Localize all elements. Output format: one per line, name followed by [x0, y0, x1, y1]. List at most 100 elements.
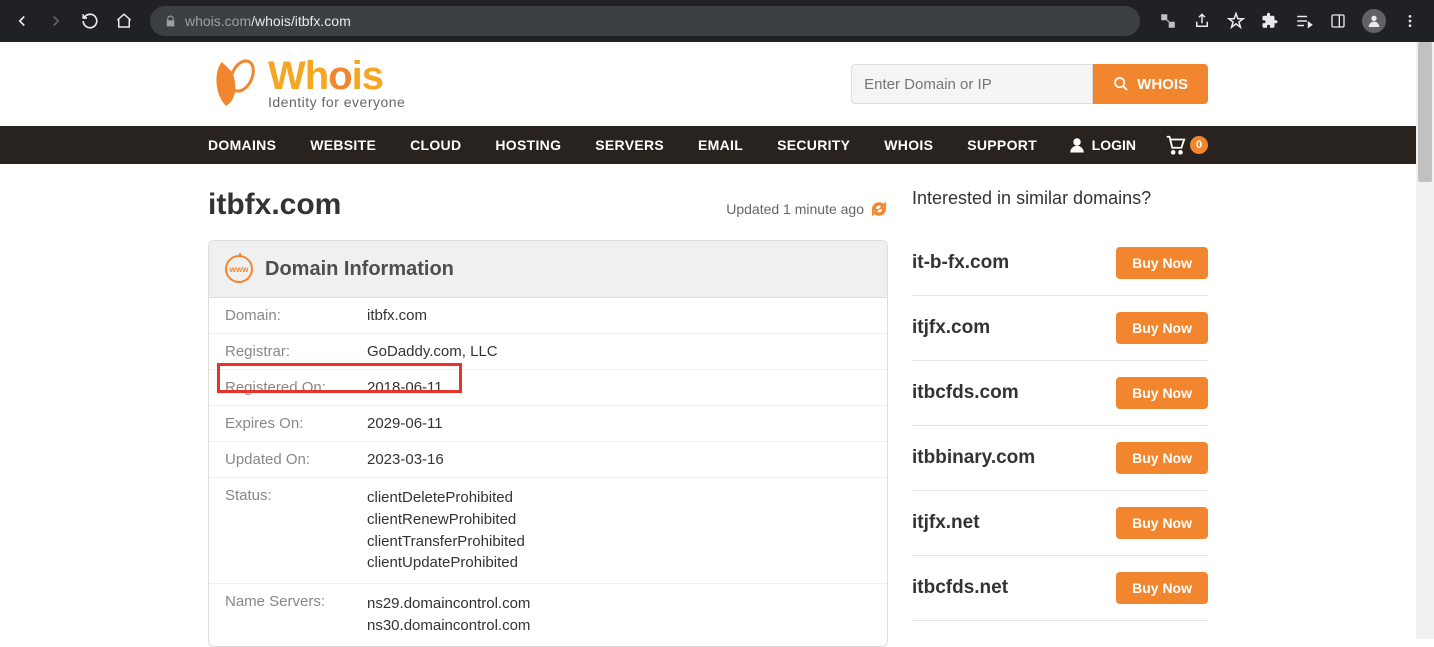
page: Whois Identity for everyone WHOIS DOMAIN…: [0, 42, 1416, 647]
similar-item: itjfx.com Buy Now: [912, 296, 1208, 361]
logo-text-segment: Wh: [268, 54, 328, 98]
page-title: itbfx.com: [208, 188, 341, 222]
www-icon: www: [225, 255, 253, 283]
status-item: clientDeleteProhibited: [367, 487, 525, 509]
info-value: GoDaddy.com, LLC: [367, 343, 498, 360]
whois-search: WHOIS: [851, 64, 1208, 104]
panel-icon[interactable]: [1328, 11, 1348, 31]
profile-avatar[interactable]: [1362, 9, 1386, 33]
similar-title: Interested in similar domains?: [912, 188, 1208, 209]
nav-item-website[interactable]: WEBSITE: [310, 137, 376, 153]
buy-now-button[interactable]: Buy Now: [1116, 572, 1208, 604]
nav-item-email[interactable]: EMAIL: [698, 137, 743, 153]
cart-link[interactable]: 0: [1164, 134, 1208, 156]
lock-icon: [164, 15, 177, 28]
browser-toolbar: whois.com/whois/itbfx.com: [0, 0, 1434, 42]
cart-icon: [1164, 134, 1186, 156]
cart-count: 0: [1190, 136, 1208, 154]
buy-now-button[interactable]: Buy Now: [1116, 377, 1208, 409]
nav-item-servers[interactable]: SERVERS: [595, 137, 664, 153]
translate-icon[interactable]: [1158, 11, 1178, 31]
domain-info-card: www Domain Information Domain: itbfx.com…: [208, 240, 888, 647]
info-value: clientDeleteProhibited clientRenewProhib…: [367, 487, 525, 574]
bookmark-icon[interactable]: [1226, 11, 1246, 31]
whois-button[interactable]: WHOIS: [1093, 64, 1208, 104]
updated-text: Updated 1 minute ago: [726, 201, 864, 217]
similar-item: itbcfds.com Buy Now: [912, 361, 1208, 426]
nav-item-whois[interactable]: WHOIS: [884, 137, 933, 153]
info-label: Status:: [225, 487, 367, 574]
nav-item-cloud[interactable]: CLOUD: [410, 137, 461, 153]
logo-text-segment: is: [352, 54, 383, 98]
info-label: Domain:: [225, 307, 367, 324]
buy-now-button[interactable]: Buy Now: [1116, 247, 1208, 279]
chrome-actions: [1152, 9, 1426, 33]
main-nav: DOMAINS WEBSITE CLOUD HOSTING SERVERS EM…: [0, 126, 1416, 164]
similar-item: itbcfds.net Buy Now: [912, 556, 1208, 621]
ns-item: ns30.domaincontrol.com: [367, 615, 530, 637]
similar-item: itjfx.net Buy Now: [912, 491, 1208, 556]
search-input[interactable]: [851, 64, 1093, 104]
playlist-icon[interactable]: [1294, 11, 1314, 31]
similar-name: itbcfds.net: [912, 577, 1008, 599]
main-content: itbfx.com Updated 1 minute ago www Domai…: [208, 164, 1208, 647]
info-row-expires-on: Expires On: 2029-06-11: [209, 406, 887, 442]
url-host: whois.com/whois/itbfx.com: [185, 13, 351, 29]
info-value: 2023-03-16: [367, 451, 444, 468]
login-label: LOGIN: [1092, 137, 1136, 153]
info-label: Registrar:: [225, 343, 367, 360]
info-row-name-servers: Name Servers: ns29.domaincontrol.com ns3…: [209, 584, 887, 646]
logo-text: Whois Identity for everyone: [268, 58, 405, 110]
status-item: clientUpdateProhibited: [367, 552, 525, 574]
logo-tagline: Identity for everyone: [268, 94, 405, 110]
refresh-icon[interactable]: [870, 200, 888, 218]
info-value: ns29.domaincontrol.com ns30.domaincontro…: [367, 593, 530, 637]
logo-icon: [208, 56, 264, 112]
similar-item: itbbinary.com Buy Now: [912, 426, 1208, 491]
info-label: Name Servers:: [225, 593, 367, 637]
share-icon[interactable]: [1192, 11, 1212, 31]
extensions-icon[interactable]: [1260, 11, 1280, 31]
scrollbar-thumb[interactable]: [1418, 42, 1432, 182]
buy-now-button[interactable]: Buy Now: [1116, 507, 1208, 539]
nav-item-hosting[interactable]: HOSTING: [495, 137, 561, 153]
nav-items: DOMAINS WEBSITE CLOUD HOSTING SERVERS EM…: [208, 137, 1037, 153]
user-icon: [1068, 136, 1086, 154]
ns-item: ns29.domaincontrol.com: [367, 593, 530, 615]
similar-name: itjfx.com: [912, 317, 990, 339]
status-item: clientRenewProhibited: [367, 509, 525, 531]
similar-name: itbbinary.com: [912, 447, 1035, 469]
similar-name: itjfx.net: [912, 512, 980, 534]
updated-status: Updated 1 minute ago: [726, 200, 888, 218]
card-title: Domain Information: [265, 258, 454, 281]
nav-item-domains[interactable]: DOMAINS: [208, 137, 276, 153]
buy-now-button[interactable]: Buy Now: [1116, 442, 1208, 474]
nav-item-support[interactable]: SUPPORT: [967, 137, 1037, 153]
login-link[interactable]: LOGIN: [1068, 136, 1136, 154]
info-label: Expires On:: [225, 415, 367, 432]
buy-now-button[interactable]: Buy Now: [1116, 312, 1208, 344]
site-header: Whois Identity for everyone WHOIS: [208, 42, 1208, 126]
info-row-domain: Domain: itbfx.com: [209, 298, 887, 334]
similar-item: it-b-fx.com Buy Now: [912, 231, 1208, 296]
similar-name: itbcfds.com: [912, 382, 1019, 404]
whois-button-label: WHOIS: [1137, 76, 1188, 93]
status-item: clientTransferProhibited: [367, 531, 525, 553]
menu-icon[interactable]: [1400, 11, 1420, 31]
reload-button[interactable]: [76, 7, 104, 35]
info-row-updated-on: Updated On: 2023-03-16: [209, 442, 887, 478]
info-value: itbfx.com: [367, 307, 427, 324]
home-button[interactable]: [110, 7, 138, 35]
search-icon: [1113, 76, 1129, 92]
info-row-status: Status: clientDeleteProhibited clientRen…: [209, 478, 887, 584]
logo-text-segment: o: [328, 54, 351, 98]
logo[interactable]: Whois Identity for everyone: [208, 56, 405, 112]
back-button[interactable]: [8, 7, 36, 35]
similar-name: it-b-fx.com: [912, 252, 1009, 274]
nav-item-security[interactable]: SECURITY: [777, 137, 850, 153]
address-bar[interactable]: whois.com/whois/itbfx.com: [150, 6, 1140, 36]
info-label: Updated On:: [225, 451, 367, 468]
vertical-scrollbar[interactable]: [1416, 42, 1434, 639]
highlight-annotation: [217, 363, 462, 393]
forward-button[interactable]: [42, 7, 70, 35]
